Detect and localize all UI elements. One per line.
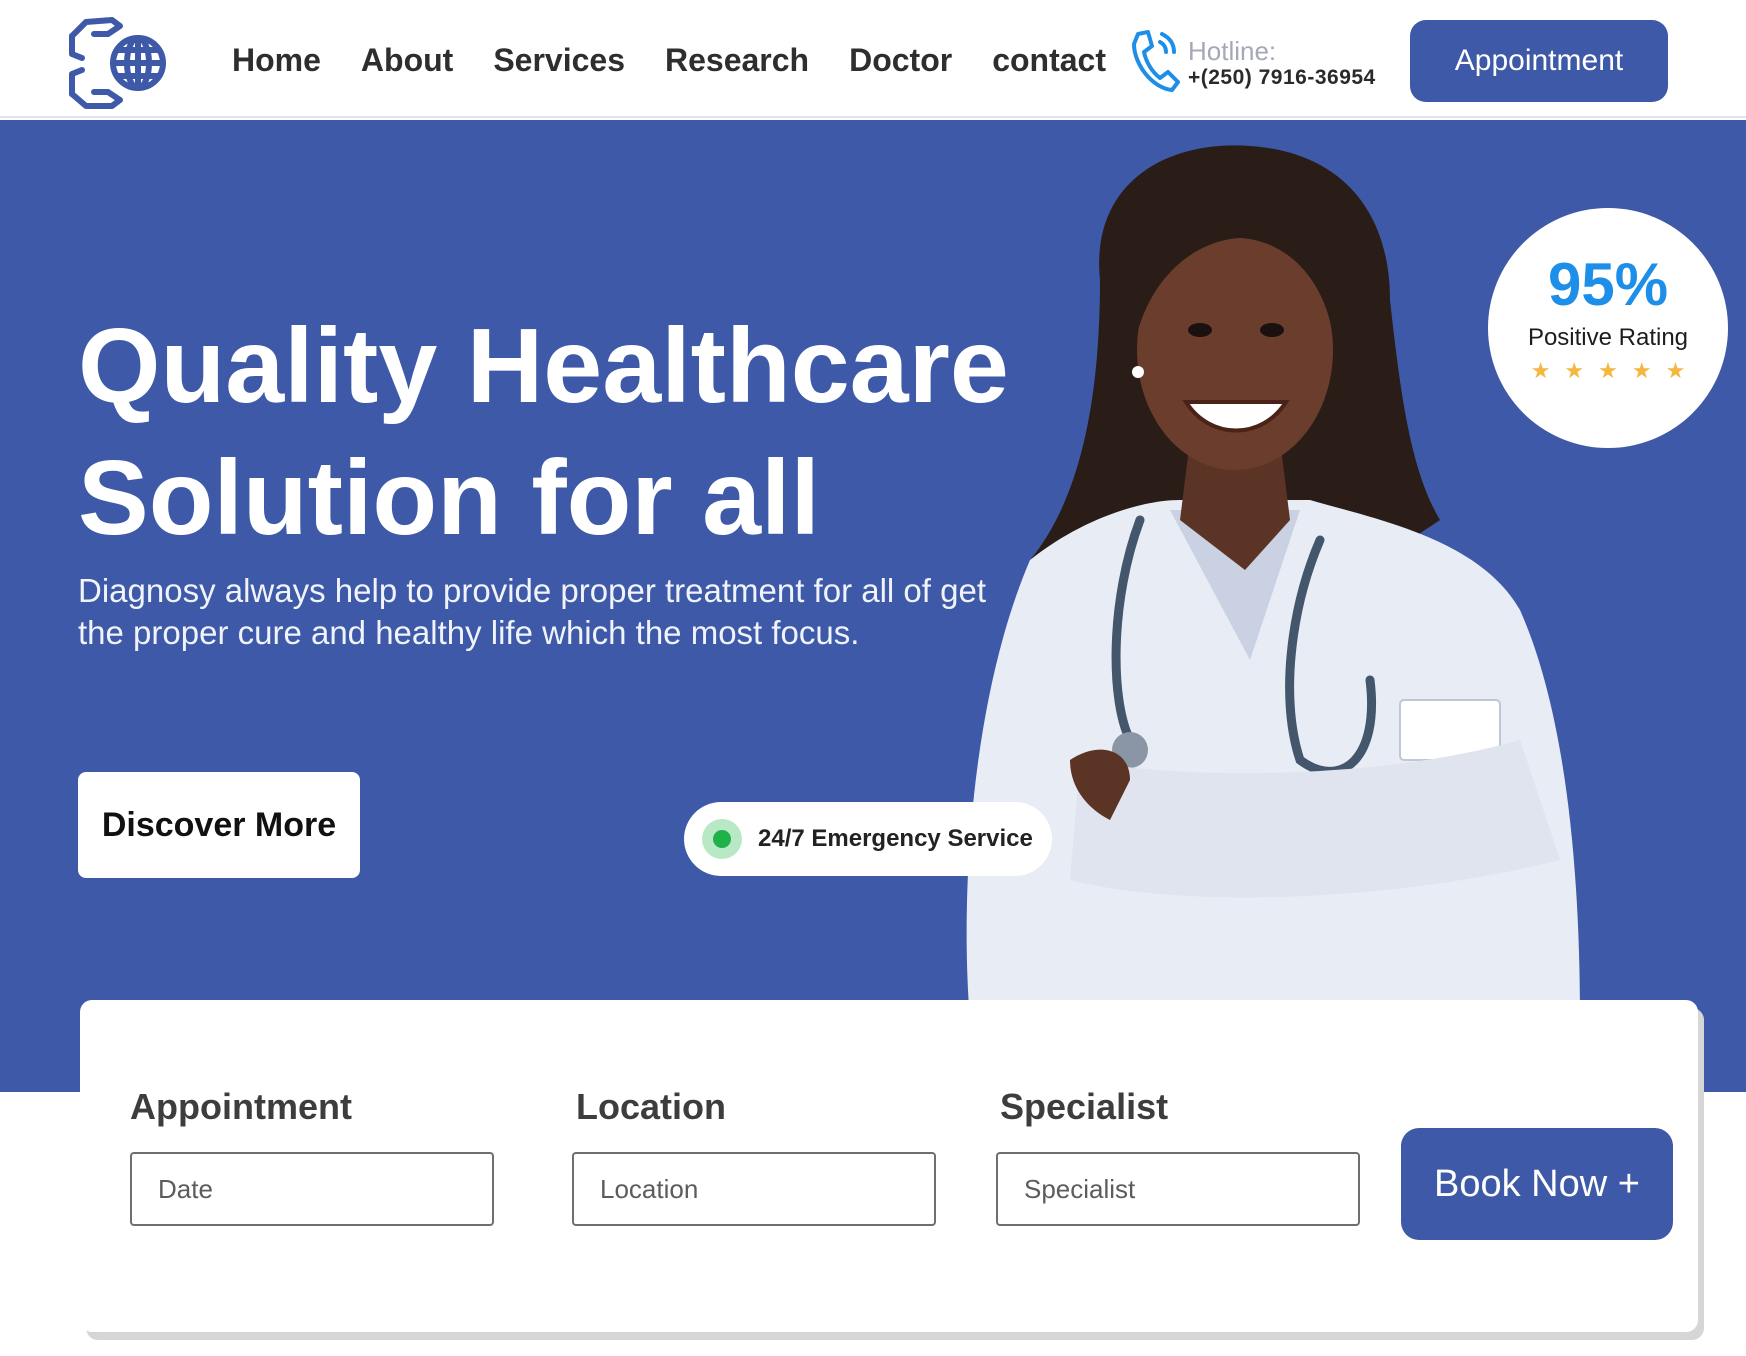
nav-home[interactable]: Home bbox=[232, 42, 321, 79]
hotline-number[interactable]: +(250) 7916-36954 bbox=[1188, 66, 1376, 90]
booking-card: Appointment Location Specialist Book Now… bbox=[80, 1000, 1698, 1332]
rating-label: Positive Rating bbox=[1527, 324, 1689, 351]
nav-about[interactable]: About bbox=[361, 42, 453, 79]
appointment-field: Appointment bbox=[130, 1086, 494, 1226]
site-header: Home About Services Research Doctor cont… bbox=[0, 0, 1746, 118]
hero-title-line-2: Solution for all bbox=[78, 439, 820, 557]
rating-value: 95% bbox=[1547, 251, 1669, 318]
discover-more-button[interactable]: Discover More bbox=[78, 772, 360, 878]
phone-icon bbox=[1130, 28, 1184, 94]
specialist-field: Specialist bbox=[996, 1086, 1360, 1226]
logo-hands-globe-icon[interactable] bbox=[68, 10, 174, 110]
hero-title: Quality Healthcare Solution for all bbox=[78, 300, 1078, 564]
main-nav: Home About Services Research Doctor cont… bbox=[232, 42, 1106, 79]
location-input[interactable] bbox=[572, 1152, 936, 1226]
hero-section: Quality Healthcare Solution for all Diag… bbox=[0, 120, 1746, 1092]
hotline-label: Hotline: bbox=[1188, 36, 1277, 66]
book-now-button[interactable]: Book Now + bbox=[1401, 1128, 1673, 1240]
page: Home About Services Research Doctor cont… bbox=[0, 0, 1746, 1356]
nav-research[interactable]: Research bbox=[665, 42, 809, 79]
hotline: Hotline: +(250) 7916-36954 bbox=[1130, 28, 1390, 98]
hero-title-line-1: Quality Healthcare bbox=[78, 307, 1009, 425]
date-input[interactable] bbox=[130, 1152, 494, 1226]
emergency-service-badge: 24/7 Emergency Service bbox=[684, 802, 1052, 876]
location-field: Location bbox=[572, 1086, 936, 1226]
emergency-service-label: 24/7 Emergency Service bbox=[758, 825, 1033, 852]
appointment-button[interactable]: Appointment bbox=[1410, 20, 1668, 102]
star-icon: ★★★★★ bbox=[1530, 358, 1700, 383]
nav-services[interactable]: Services bbox=[493, 42, 625, 79]
hero-description: Diagnosy always help to provide proper t… bbox=[78, 572, 986, 651]
nav-contact[interactable]: contact bbox=[992, 42, 1106, 79]
specialist-label: Specialist bbox=[1000, 1086, 1169, 1127]
rating-badge: 95% Positive Rating ★★★★★ bbox=[1488, 208, 1728, 448]
nav-doctor[interactable]: Doctor bbox=[849, 42, 952, 79]
status-dot-icon bbox=[702, 819, 742, 859]
appointment-label: Appointment bbox=[130, 1086, 352, 1127]
specialist-input[interactable] bbox=[996, 1152, 1360, 1226]
location-label: Location bbox=[576, 1086, 726, 1127]
